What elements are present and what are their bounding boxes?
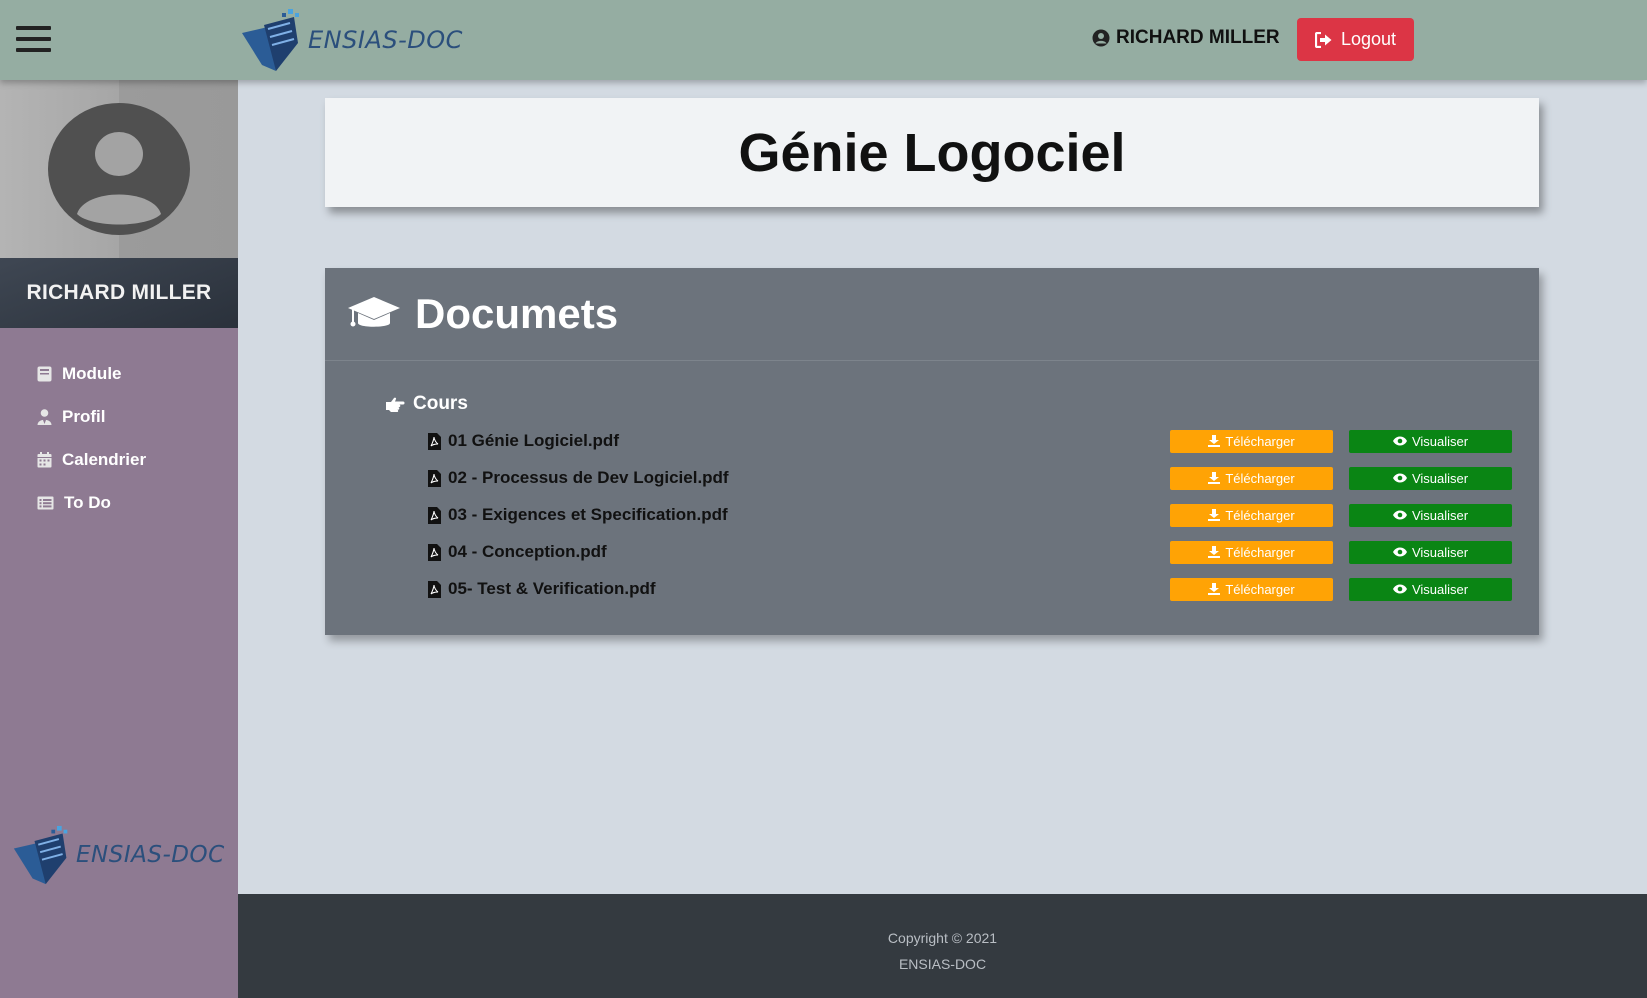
book-logo-icon [13,825,68,885]
download-button[interactable]: Télécharger [1170,540,1333,564]
list-icon [37,496,54,509]
sign-out-icon [1314,31,1332,48]
download-label: Télécharger [1225,470,1295,486]
copyright-text: Copyright © 2021 [887,930,998,946]
view-button[interactable]: Visualiser [1349,577,1512,601]
footer-brand: ENSIAS-DOC [898,956,987,972]
documents-header: Documets [325,268,1539,361]
file-row: 01 Génie Logiciel.pdf Télécharger Visual… [428,426,1518,456]
footer: Copyright © 2021 ENSIAS-DOC [238,894,1647,998]
download-icon [1208,435,1221,447]
eye-icon [1392,547,1407,557]
download-button[interactable]: Télécharger [1170,503,1333,527]
view-label: Visualiser [1411,544,1469,560]
logout-button[interactable]: Logout [1297,18,1414,61]
file-name-text: 02 - Processus de Dev Logiciel.pdf [448,468,729,487]
documents-panel: Documets Cours 01 Génie Logiciel.pdf Tél… [325,268,1539,635]
download-label: Télécharger [1225,544,1295,560]
avatar-area [0,80,238,258]
sidebar-brand-name: ENSIAS-DOC [76,842,225,868]
download-label: Télécharger [1225,581,1295,597]
user-tie-icon [37,408,52,425]
top-navbar: ENSIAS-DOC RICHARD MILLER Logout [0,0,1647,80]
sidebar: RICHARD MILLER Module Profil Calendrier … [0,80,238,998]
download-button[interactable]: Télécharger [1170,577,1333,601]
current-user[interactable]: RICHARD MILLER [1092,27,1280,49]
sidebar-user-name: RICHARD MILLER [0,258,238,328]
view-label: Visualiser [1411,507,1469,523]
sidebar-item-calendrier[interactable]: Calendrier [0,438,238,481]
eye-icon [1392,510,1407,520]
view-label: Visualiser [1411,470,1469,486]
calendar-icon [37,451,52,467]
view-button[interactable]: Visualiser [1349,429,1512,453]
sidebar-item-label: Module [62,363,122,383]
file-row: 05- Test & Verification.pdf Télécharger … [428,574,1518,604]
sidebar-item-label: Calendrier [62,449,147,469]
file-pdf-icon [428,543,441,561]
user-name: RICHARD MILLER [1116,27,1280,48]
book-logo-icon [242,9,299,71]
download-icon [1208,509,1221,521]
view-button[interactable]: Visualiser [1349,466,1512,490]
user-circle-icon [1092,29,1110,47]
view-button[interactable]: Visualiser [1349,503,1512,527]
download-icon [1208,546,1221,558]
graduation-cap-icon [348,297,400,327]
file-name-text: 03 - Exigences et Specification.pdf [448,505,728,524]
section-cours[interactable]: Cours [385,393,468,415]
file-row: 04 - Conception.pdf Télécharger Visualis… [428,537,1518,567]
sidebar-item-profil[interactable]: Profil [0,395,238,438]
sidebar-item-todo[interactable]: To Do [0,481,238,524]
view-label: Visualiser [1411,433,1469,449]
file-name-text: 01 Génie Logiciel.pdf [448,431,619,450]
sidebar-item-label: Profil [62,406,106,426]
download-icon [1208,583,1221,595]
brand-logo[interactable]: ENSIAS-DOC [240,6,463,74]
page-title-card: Génie Logociel [325,98,1539,207]
file-pdf-icon [428,432,441,450]
view-label: Visualiser [1411,581,1469,597]
sidebar-item-module[interactable]: Module [0,352,238,395]
hand-point-right-icon [386,397,405,412]
file-name[interactable]: 01 Génie Logiciel.pdf [428,431,619,451]
file-pdf-icon [428,506,441,524]
page-title: Génie Logociel [738,122,1126,183]
download-button[interactable]: Télécharger [1170,466,1333,490]
download-label: Télécharger [1225,433,1295,449]
menu-toggle-icon[interactable] [16,26,51,52]
download-icon [1208,472,1221,484]
file-name[interactable]: 05- Test & Verification.pdf [428,579,656,599]
sidebar-brand-logo: ENSIAS-DOC [12,822,225,888]
documents-title: Documets [415,290,619,337]
file-name[interactable]: 04 - Conception.pdf [428,542,607,562]
file-pdf-icon [428,469,441,487]
download-button[interactable]: Télécharger [1170,429,1333,453]
sidebar-item-label: To Do [64,492,111,512]
sidebar-menu: Module Profil Calendrier To Do [0,328,238,524]
file-name[interactable]: 02 - Processus de Dev Logiciel.pdf [428,468,729,488]
view-button[interactable]: Visualiser [1349,540,1512,564]
logout-label: Logout [1340,29,1397,49]
file-name[interactable]: 03 - Exigences et Specification.pdf [428,505,728,525]
file-pdf-icon [428,580,441,598]
file-row: 02 - Processus de Dev Logiciel.pdf Téléc… [428,463,1518,493]
brand-name: ENSIAS-DOC [308,26,463,54]
download-label: Télécharger [1225,507,1295,523]
file-name-text: 05- Test & Verification.pdf [448,579,656,598]
eye-icon [1392,436,1407,446]
avatar [48,103,190,235]
section-label: Cours [413,393,468,414]
book-icon [37,366,52,381]
eye-icon [1392,584,1407,594]
file-row: 03 - Exigences et Specification.pdf Télé… [428,500,1518,530]
file-name-text: 04 - Conception.pdf [448,542,607,561]
eye-icon [1392,473,1407,483]
